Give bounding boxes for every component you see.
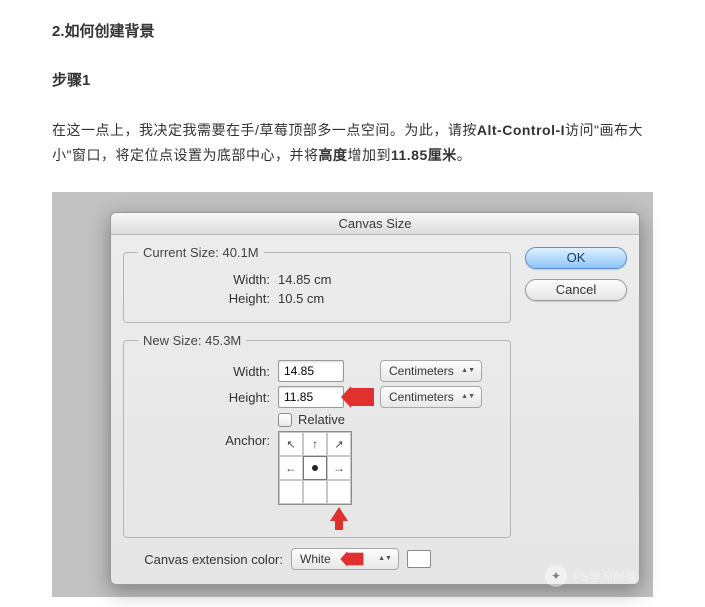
extension-color-label: Canvas extension color: [123, 552, 283, 567]
annotation-arrow-up-icon [330, 507, 348, 521]
anchor-center[interactable] [303, 456, 327, 480]
bold-value: 11.85厘米 [391, 147, 457, 163]
width-unit-select[interactable]: Centimeters ▲▼ [380, 360, 482, 382]
paragraph-text: 增加到 [347, 147, 391, 163]
section-heading: 2.如何创建背景 [52, 20, 653, 41]
anchor-label: Anchor: [138, 431, 278, 448]
cancel-button[interactable]: Cancel [525, 279, 627, 301]
current-height-label: Height: [138, 291, 278, 306]
chevron-updown-icon: ▲▼ [461, 394, 475, 400]
extension-color-select[interactable]: White ▲▼ [291, 548, 399, 570]
anchor-arrow-n-icon[interactable]: ↑ [303, 432, 327, 456]
height-unit-value: Centimeters [389, 390, 454, 404]
anchor-cell[interactable] [303, 480, 327, 504]
new-height-input[interactable] [278, 386, 344, 408]
extension-color-value: White [300, 552, 331, 566]
screenshot: Canvas Size Current Size: 40.1M Width: 1… [52, 192, 653, 597]
new-width-label: Width: [138, 364, 278, 379]
width-unit-value: Centimeters [389, 364, 454, 378]
bold-term: 高度 [318, 147, 347, 163]
watermark: ✦ PS学习部落 [545, 565, 637, 587]
chevron-updown-icon: ▲▼ [461, 368, 475, 374]
anchor-arrow-ne-icon[interactable]: ↗ [327, 432, 351, 456]
relative-checkbox[interactable] [278, 413, 292, 427]
step-label: 步骤1 [52, 69, 653, 90]
anchor-cell[interactable] [279, 480, 303, 504]
anchor-grid[interactable]: ↖ ↑ ↗ ← → [278, 431, 352, 505]
new-size-group: New Size: 45.3M Width: Centimeters ▲▼ He… [123, 333, 511, 538]
keyboard-shortcut: Alt-Control-I [477, 122, 565, 138]
paragraph: 在这一点上，我决定我需要在手/草莓顶部多一点空间。为此，请按Alt-Contro… [52, 118, 653, 168]
current-width-label: Width: [138, 272, 278, 287]
dialog-title: Canvas Size [111, 213, 639, 235]
new-width-input[interactable] [278, 360, 344, 382]
relative-label: Relative [298, 412, 345, 427]
watermark-icon: ✦ [545, 565, 567, 587]
new-size-legend: New Size: 45.3M [138, 333, 246, 348]
new-height-label: Height: [138, 390, 278, 405]
canvas-size-dialog: Canvas Size Current Size: 40.1M Width: 1… [110, 212, 640, 585]
current-height-value: 10.5 cm [278, 291, 324, 306]
chevron-updown-icon: ▲▼ [378, 556, 392, 562]
current-width-value: 14.85 cm [278, 272, 331, 287]
anchor-arrow-w-icon[interactable]: ← [279, 456, 303, 480]
anchor-dot-icon [312, 465, 318, 471]
height-unit-select[interactable]: Centimeters ▲▼ [380, 386, 482, 408]
current-size-group: Current Size: 40.1M Width: 14.85 cm Heig… [123, 245, 511, 323]
watermark-text: PS学习部落 [573, 568, 637, 585]
annotation-arrow-icon [350, 388, 374, 406]
paragraph-text: 。 [457, 147, 472, 163]
anchor-cell[interactable] [327, 480, 351, 504]
paragraph-text: 在这一点上，我决定我需要在手/草莓顶部多一点空间。为此，请按 [52, 122, 477, 138]
annotation-arrow-icon [347, 553, 364, 566]
current-size-legend: Current Size: 40.1M [138, 245, 264, 260]
anchor-arrow-e-icon[interactable]: → [327, 456, 351, 480]
extension-color-swatch[interactable] [407, 550, 431, 568]
anchor-arrow-nw-icon[interactable]: ↖ [279, 432, 303, 456]
ok-button[interactable]: OK [525, 247, 627, 269]
